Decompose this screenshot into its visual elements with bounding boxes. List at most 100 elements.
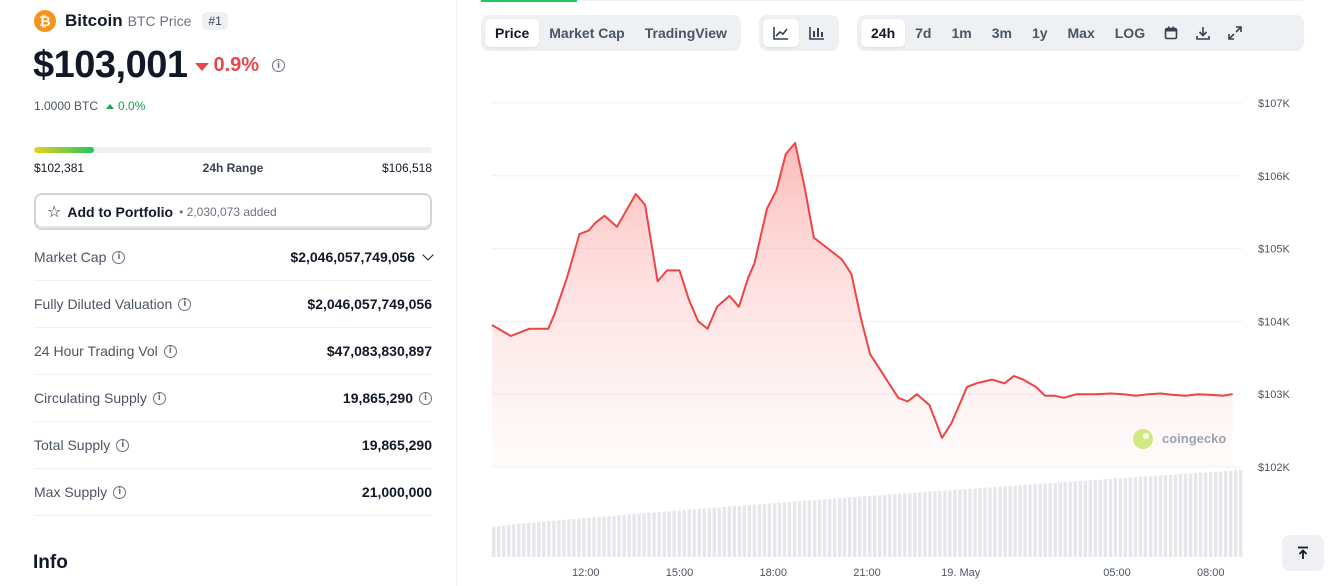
volume-bar: [1198, 472, 1203, 557]
line-chart-icon[interactable]: [763, 19, 799, 47]
volume-bar: [1143, 476, 1148, 557]
download-icon[interactable]: [1187, 19, 1219, 47]
volume-bar: [827, 499, 832, 557]
volume-bar: [983, 487, 987, 557]
volume-bar: [747, 505, 752, 557]
range-max[interactable]: Max: [1058, 19, 1105, 47]
volume-bar: [1028, 484, 1032, 557]
info-icon[interactable]: i: [112, 250, 126, 264]
volume-bar: [1003, 486, 1007, 557]
y-tick-label: $107K: [1258, 98, 1290, 110]
volume-bar: [1218, 471, 1223, 557]
volume-bar: [752, 504, 757, 557]
volume-bar: [1213, 471, 1218, 557]
scroll-to-top-button[interactable]: [1282, 535, 1324, 571]
volume-bar: [597, 516, 601, 557]
info-icon[interactable]: i: [272, 59, 286, 72]
range-24h[interactable]: 24h: [861, 19, 906, 47]
expand-icon[interactable]: [1219, 19, 1251, 47]
chart-type-toggle: [759, 15, 839, 51]
volume-bar: [1023, 484, 1027, 557]
coin-header: ₿ Bitcoin BTC Price #1: [34, 10, 228, 32]
tab-market-cap[interactable]: Market Cap: [539, 19, 634, 47]
range-high: $106,518: [381, 161, 432, 175]
add-to-portfolio-button[interactable]: ☆ Add to Portfolio • 2,030,073 added: [34, 193, 432, 230]
x-tick-label: 08:00: [1197, 567, 1225, 579]
volume-bar: [522, 523, 526, 557]
volume-bar: [552, 520, 556, 557]
rank-badge: #1: [202, 12, 228, 30]
range-1m[interactable]: 1m: [941, 19, 981, 47]
info-icon[interactable]: i: [152, 391, 166, 405]
stat-value: 19,865,290: [362, 437, 432, 453]
volume-bar: [577, 518, 581, 557]
volume-bar: [1008, 486, 1012, 557]
volume-bar: [572, 519, 576, 557]
volume-bar: [1013, 485, 1017, 557]
y-tick-label: $103K: [1258, 389, 1290, 401]
volume-bar: [602, 516, 606, 557]
range-log[interactable]: LOG: [1105, 19, 1155, 47]
calendar-icon[interactable]: [1155, 19, 1187, 47]
price-chart[interactable]: $107K $106K $105K $104K $103K $102K 12:00 15:0…: [480, 85, 1300, 580]
volume-bar: [512, 524, 516, 557]
coin-name: Bitcoin: [65, 11, 123, 30]
volume-bar: [687, 509, 691, 557]
range-7d[interactable]: 7d: [905, 19, 941, 47]
volume-bar: [722, 506, 726, 557]
info-icon[interactable]: i: [178, 297, 192, 311]
volume-bar: [662, 511, 666, 557]
volume-bar: [918, 492, 922, 557]
stat-value-text: $47,083,830,897: [326, 343, 432, 359]
tab-tradingview[interactable]: TradingView: [635, 19, 737, 47]
volume-bar: [898, 493, 902, 557]
volume-bar: [832, 498, 837, 557]
volume-bar: [1229, 470, 1233, 557]
stat-value: 19,865,290 i: [343, 390, 432, 406]
volume-bar: [1088, 480, 1092, 557]
range-labels: $102,381 24h Range $106,518: [34, 161, 432, 175]
chart-view-tabs: Price Market Cap TradingView: [481, 15, 741, 51]
stat-value: $2,046,057,749,056: [307, 296, 432, 312]
info-icon[interactable]: i: [113, 485, 127, 499]
info-icon[interactable]: i: [116, 438, 130, 452]
range-3m[interactable]: 3m: [982, 19, 1022, 47]
volume-bar: [652, 512, 656, 557]
volume-bar: [1108, 479, 1113, 557]
candlestick-icon[interactable]: [799, 19, 835, 47]
tab-price[interactable]: Price: [485, 19, 540, 47]
chevron-down-icon[interactable]: [422, 249, 434, 261]
range-1y[interactable]: 1y: [1022, 19, 1058, 47]
volume-bar: [1168, 474, 1173, 557]
volume-bar: [717, 507, 721, 557]
volume-bar: [557, 520, 561, 557]
volume-bar: [848, 497, 852, 557]
volume-bar: [587, 517, 591, 557]
volume-bar: [1018, 485, 1022, 557]
volume-bar: [627, 514, 631, 557]
volume-bar: [537, 522, 541, 557]
volume-bar: [1083, 480, 1087, 557]
x-tick-label: 12:00: [572, 567, 600, 579]
btc-value: 1.0000 BTC: [34, 99, 99, 113]
arrow-up-icon: [1298, 546, 1308, 559]
volume-bar: [993, 487, 997, 557]
coin-overview-panel: ₿ Bitcoin BTC Price #1 $103,001 0.9% i 1…: [0, 0, 457, 586]
volume-bar: [517, 523, 521, 557]
stats-table: Market Cap i $2,046,057,749,056 Fully Dilut…: [34, 234, 434, 516]
range-low: $102,381: [34, 161, 85, 175]
volume-bar: [913, 492, 917, 557]
stat-label: Max Supply i: [34, 484, 127, 500]
volume-bar: [1093, 480, 1097, 557]
stat-label: Total Supply i: [34, 437, 130, 453]
volume-bar: [1234, 470, 1238, 557]
volume-bar: [1063, 482, 1067, 557]
volume-bar: [767, 503, 772, 557]
info-icon[interactable]: i: [419, 391, 432, 405]
volume-bar: [617, 515, 621, 557]
volume-bar: [807, 500, 812, 557]
volume-bar: [1153, 475, 1158, 557]
volume-bar: [878, 495, 882, 557]
volume-bar: [837, 498, 842, 557]
info-icon[interactable]: i: [163, 344, 177, 358]
